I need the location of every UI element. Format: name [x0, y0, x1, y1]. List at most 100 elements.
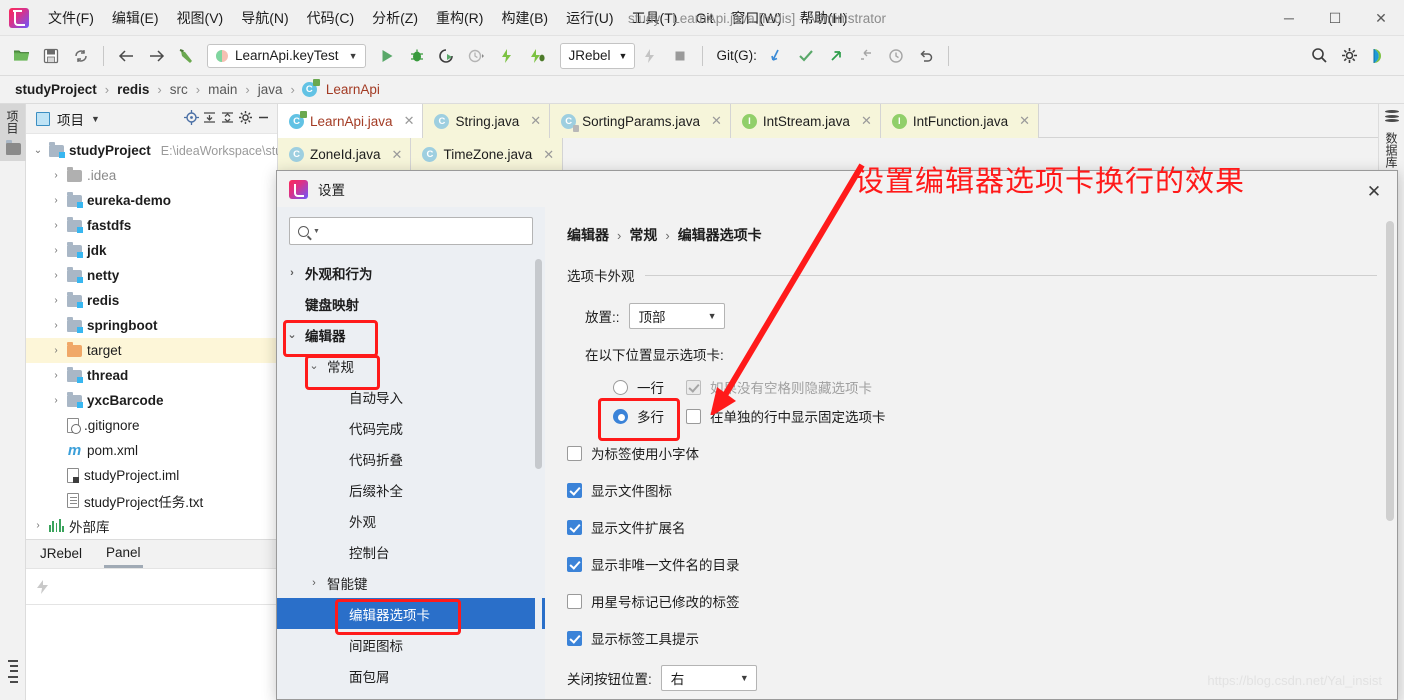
settings-nav-item[interactable]: 编辑器选项卡	[277, 598, 545, 629]
close-tab-icon[interactable]: ✕	[530, 113, 541, 129]
editor-tab[interactable]: I IntStream.java ✕	[730, 104, 881, 138]
settings-content-scrollbar[interactable]	[1386, 221, 1394, 697]
sync-refresh-icon[interactable]	[68, 43, 94, 69]
settings-nav-item[interactable]: ⌄ 编辑器	[277, 319, 545, 350]
chevron-right-icon[interactable]: ›	[50, 220, 62, 231]
tree-node[interactable]: › eureka-demo	[26, 188, 277, 213]
settings-nav-item[interactable]: 控制台	[277, 536, 545, 567]
menu-git[interactable]: Git	[686, 5, 722, 31]
menu-help[interactable]: 帮助(H)	[791, 5, 856, 31]
project-view-chevron-down-icon[interactable]: ▼	[91, 114, 100, 124]
settings-nav-item[interactable]: 外观	[277, 505, 545, 536]
settings-checkbox-row[interactable]: 为标签使用小字体	[567, 443, 1377, 463]
tree-node[interactable]: › target	[26, 338, 277, 363]
chevron-down-icon[interactable]: ▼	[349, 51, 358, 61]
close-button-position-dropdown[interactable]: 右 ▼	[660, 665, 757, 691]
save-all-icon[interactable]	[38, 43, 64, 69]
menu-run[interactable]: 运行(U)	[557, 5, 622, 31]
editor-tab[interactable]: I IntFunction.java ✕	[880, 104, 1040, 138]
git-commit-icon[interactable]	[793, 43, 819, 69]
editor-tab[interactable]: C LearnApi.java ✕	[278, 104, 424, 138]
jrebel-chevron-down-icon[interactable]: ▼	[619, 51, 628, 61]
tree-node[interactable]: › 外部库	[26, 513, 277, 538]
jrebel-tab-jrebel[interactable]: JRebel	[38, 542, 84, 566]
forward-arrow-icon[interactable]	[143, 43, 169, 69]
locate-icon[interactable]	[184, 109, 199, 128]
tree-node[interactable]: studyProject.iml	[26, 463, 277, 488]
chevron-right-icon[interactable]: ›	[50, 370, 62, 381]
maximize-button[interactable]: ☐	[1312, 0, 1358, 36]
breadcrumb-item-3[interactable]: main	[205, 81, 240, 98]
checkbox-control[interactable]	[567, 630, 582, 646]
git-merge-icon[interactable]	[853, 43, 879, 69]
chevron-down-icon[interactable]: ⌄	[285, 328, 299, 341]
chevron-right-icon[interactable]: ›	[32, 520, 44, 531]
tree-node[interactable]: ⌄ studyProject E:\ideaWorkspace\studyProje…	[26, 138, 334, 163]
gear-icon[interactable]	[1336, 43, 1362, 69]
database-icon-wrap[interactable]	[1379, 104, 1404, 124]
settings-nav-item[interactable]: 键盘映射	[277, 288, 545, 319]
panel-settings-gear-icon[interactable]	[238, 110, 253, 128]
breadcrumb-item-0[interactable]: studyProject	[12, 81, 100, 98]
settings-nav-item[interactable]: 后缀补全	[277, 474, 545, 505]
jrebel-muted-icon[interactable]	[637, 43, 663, 69]
jrebel-run-icon[interactable]	[494, 43, 520, 69]
settings-nav-item[interactable]: 代码折叠	[277, 443, 545, 474]
collapse-all-icon[interactable]	[220, 110, 235, 128]
editor-tab[interactable]: C String.java ✕	[423, 104, 551, 138]
placement-dropdown[interactable]: 顶部 ▼	[628, 303, 725, 329]
menu-code[interactable]: 代码(C)	[298, 5, 363, 31]
chevron-right-icon[interactable]: ›	[285, 267, 299, 279]
open-project-icon[interactable]	[8, 43, 34, 69]
build-hammer-icon[interactable]	[173, 43, 199, 69]
close-tab-icon[interactable]: ✕	[1019, 113, 1030, 129]
stop-button-icon[interactable]	[667, 43, 693, 69]
close-tab-icon[interactable]: ✕	[543, 147, 554, 163]
settings-nav-item[interactable]: › 智能键	[277, 567, 545, 598]
checkbox-control[interactable]	[567, 445, 582, 461]
settings-nav-item[interactable]: 面包屑	[277, 660, 545, 691]
chevron-right-icon[interactable]: ›	[50, 295, 62, 306]
tree-node[interactable]: › thread	[26, 363, 277, 388]
chevron-right-icon[interactable]: ›	[50, 170, 62, 181]
radio-multi-row-control[interactable]	[613, 408, 628, 424]
run-configuration-selector[interactable]: LearnApi.keyTest ▼	[207, 43, 367, 68]
settings-nav-item[interactable]: › 外观和行为	[277, 257, 545, 288]
hide-panel-icon[interactable]	[256, 110, 271, 128]
chevron-right-icon[interactable]: ›	[50, 395, 62, 406]
git-revert-icon[interactable]	[913, 43, 939, 69]
menu-refactor[interactable]: 重构(R)	[427, 5, 492, 31]
expand-all-icon[interactable]	[202, 110, 217, 128]
menu-edit[interactable]: 编辑(E)	[103, 5, 168, 31]
debug-button-icon[interactable]	[404, 43, 430, 69]
git-push-icon[interactable]	[823, 43, 849, 69]
settings-checkbox-row[interactable]: 显示标签工具提示	[567, 628, 1377, 648]
settings-search-field[interactable]	[324, 223, 524, 239]
profiler-icon[interactable]	[464, 43, 490, 69]
menu-build[interactable]: 构建(B)	[492, 5, 557, 31]
git-update-icon[interactable]	[763, 43, 789, 69]
editor-tab[interactable]: C SortingParams.java ✕	[550, 104, 731, 138]
minimize-button[interactable]: ─	[1266, 0, 1312, 36]
chevron-down-icon[interactable]: ⌄	[307, 359, 321, 372]
editor-tab[interactable]: C ZoneId.java ✕	[278, 138, 412, 171]
settings-nav-item[interactable]: 间距图标	[277, 629, 545, 660]
run-with-coverage-icon[interactable]	[434, 43, 460, 69]
settings-checkbox-row[interactable]: 用星号标记已修改的标签	[567, 591, 1377, 611]
settings-nav-item[interactable]: 代码完成	[277, 412, 545, 443]
menu-file[interactable]: 文件(F)	[39, 5, 103, 31]
jrebel-tab-panel[interactable]: Panel	[104, 541, 143, 568]
close-tab-icon[interactable]: ✕	[404, 113, 415, 129]
checkbox-control[interactable]	[567, 556, 582, 572]
breadcrumb-item-1[interactable]: redis	[114, 81, 152, 98]
radio-one-row-control[interactable]	[613, 379, 628, 395]
tree-node[interactable]: m pom.xml	[26, 438, 277, 463]
settings-nav-scroll-thumb[interactable]	[535, 259, 542, 469]
close-tab-icon[interactable]: ✕	[861, 113, 872, 129]
chevron-right-icon[interactable]: ›	[307, 577, 321, 589]
checkbox-pinned-separate-row[interactable]: 在单独的行中显示固定选项卡	[686, 406, 886, 426]
tree-node[interactable]: › fastdfs	[26, 213, 277, 238]
breadcrumb-item-2[interactable]: src	[167, 81, 191, 98]
tree-node[interactable]: .gitignore	[26, 413, 277, 438]
menu-view[interactable]: 视图(V)	[168, 5, 233, 31]
